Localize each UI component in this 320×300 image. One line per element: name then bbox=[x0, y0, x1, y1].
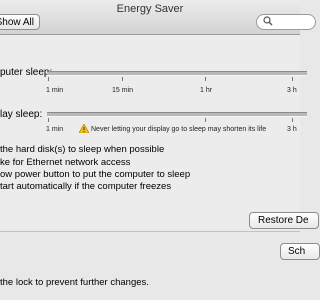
search-icon bbox=[263, 16, 273, 26]
tick-label: 3 h bbox=[287, 126, 297, 133]
slider-tick bbox=[48, 77, 49, 81]
restore-defaults-button[interactable]: Restore De bbox=[249, 212, 319, 229]
slider-tick bbox=[292, 118, 293, 122]
option-hard-disk-sleep[interactable]: the hard disk(s) to sleep when possible bbox=[0, 144, 164, 155]
display-sleep-label: lay sleep: bbox=[0, 109, 43, 120]
window-toolbar: Energy Saver Show All bbox=[0, 0, 316, 35]
option-power-button-sleep[interactable]: ow power button to put the computer to s… bbox=[0, 169, 190, 180]
slider-tick bbox=[48, 118, 49, 122]
display-sleep-warning: Never letting your display go to sleep m… bbox=[91, 126, 267, 133]
slider-tick bbox=[292, 77, 293, 81]
show-all-button[interactable]: Show All bbox=[0, 14, 40, 30]
option-restart-on-freeze[interactable]: tart automatically if the computer freez… bbox=[0, 181, 171, 192]
lock-message: the lock to prevent further changes. bbox=[0, 277, 149, 288]
computer-sleep-slider[interactable] bbox=[47, 71, 307, 76]
slider-tick bbox=[205, 118, 206, 122]
window-title: Energy Saver bbox=[116, 3, 184, 15]
option-wake-for-ethernet[interactable]: ke for Ethernet network access bbox=[0, 157, 130, 168]
search-field[interactable] bbox=[256, 14, 316, 30]
tick-label: 3 h bbox=[287, 87, 297, 94]
tick-label: 1 min bbox=[46, 126, 64, 133]
warning-icon bbox=[79, 124, 89, 133]
slider-tick bbox=[122, 77, 123, 81]
tick-label: 15 min bbox=[112, 87, 134, 94]
slider-tick bbox=[205, 77, 206, 81]
tick-label: 1 hr bbox=[200, 87, 213, 94]
computer-sleep-label: puter sleep: bbox=[0, 67, 53, 78]
display-sleep-slider[interactable] bbox=[47, 112, 307, 117]
tick-label: 1 min bbox=[46, 87, 64, 94]
schedule-button[interactable]: Sch bbox=[280, 243, 320, 260]
divider bbox=[0, 231, 300, 232]
